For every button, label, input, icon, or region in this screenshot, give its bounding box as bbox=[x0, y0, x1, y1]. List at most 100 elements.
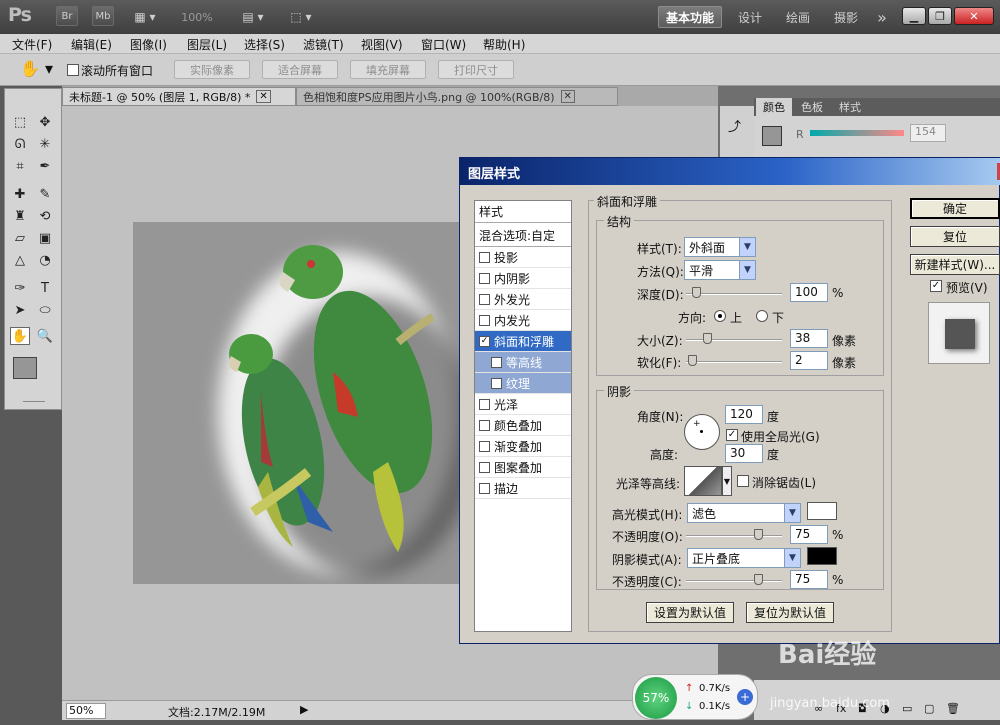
workspace-photo[interactable]: 摄影 bbox=[826, 6, 866, 28]
menu-layer[interactable]: 图层(L) bbox=[187, 36, 227, 53]
style-checkbox[interactable] bbox=[479, 419, 490, 431]
angle-dial[interactable]: + bbox=[684, 414, 720, 450]
menu-help[interactable]: 帮助(H) bbox=[483, 36, 525, 53]
style-item-bevel-emboss[interactable]: ✓ 斜面和浮雕 bbox=[475, 331, 571, 352]
antialias-checkbox[interactable] bbox=[737, 475, 749, 487]
direction-down-radio[interactable] bbox=[756, 310, 768, 322]
style-item-drop-shadow[interactable]: 投影 bbox=[475, 247, 571, 268]
shadow-opacity-thumb[interactable] bbox=[754, 574, 763, 585]
size-input[interactable]: 38 bbox=[790, 329, 828, 348]
history-icon[interactable]: ⤴ bbox=[728, 116, 741, 135]
depth-input[interactable]: 100 bbox=[790, 283, 828, 302]
trash-icon[interactable]: 🗑 bbox=[946, 702, 960, 715]
shape-tool-icon[interactable]: ⬭ bbox=[35, 301, 55, 319]
soften-slider-thumb[interactable] bbox=[688, 355, 697, 366]
bridge-button[interactable]: Br bbox=[56, 6, 78, 26]
technique-select[interactable]: 平滑 ▼ bbox=[684, 260, 756, 280]
more-workspaces-button[interactable]: » bbox=[870, 6, 894, 28]
arrange-documents-button[interactable]: ▤ ▾ bbox=[236, 6, 270, 28]
highlight-color-swatch[interactable] bbox=[807, 502, 837, 520]
style-item-satin[interactable]: 光泽 bbox=[475, 394, 571, 415]
styles-header[interactable]: 样式 bbox=[475, 201, 571, 223]
fill-screen-button[interactable]: 填充屏幕 bbox=[350, 60, 426, 79]
foreground-color-swatch[interactable] bbox=[13, 357, 37, 379]
style-checkbox[interactable] bbox=[479, 398, 490, 410]
minibridge-button[interactable]: Mb bbox=[92, 6, 114, 26]
scroll-all-checkbox[interactable] bbox=[67, 64, 79, 76]
network-meter[interactable]: 57% ↑ 0.7K/s ↓ 0.1K/s + bbox=[632, 674, 758, 720]
status-menu-icon[interactable]: ▶ bbox=[300, 703, 308, 716]
plus-icon[interactable]: + bbox=[737, 689, 753, 705]
close-icon[interactable]: ✕ bbox=[560, 90, 575, 103]
color-fg-swatch[interactable] bbox=[762, 126, 782, 146]
ok-button[interactable]: 确定 bbox=[910, 198, 1000, 219]
lasso-tool-icon[interactable]: ᘏ bbox=[10, 135, 30, 153]
gradient-tool-icon[interactable]: ▣ bbox=[35, 229, 55, 247]
tab-swatches[interactable]: 色板 bbox=[794, 98, 830, 116]
r-value[interactable]: 154 bbox=[910, 124, 946, 142]
style-item-inner-glow[interactable]: 内发光 bbox=[475, 310, 571, 331]
reset-button[interactable]: 复位 bbox=[910, 226, 1000, 247]
restore-button[interactable]: ❐ bbox=[928, 7, 952, 25]
soften-input[interactable]: 2 bbox=[790, 351, 828, 370]
menu-window[interactable]: 窗口(W) bbox=[421, 36, 466, 53]
path-select-icon[interactable]: ➤ bbox=[10, 301, 30, 319]
style-item-stroke[interactable]: 描边 bbox=[475, 478, 571, 499]
menu-file[interactable]: 文件(F) bbox=[12, 36, 52, 53]
shadow-opacity-input[interactable]: 75 bbox=[790, 570, 828, 589]
fit-screen-button[interactable]: 适合屏幕 bbox=[262, 60, 338, 79]
make-default-button[interactable]: 设置为默认值 bbox=[646, 602, 734, 623]
view-extras-button[interactable]: ▦ ▾ bbox=[128, 6, 162, 28]
brush-tool-icon[interactable]: ✎ bbox=[35, 185, 55, 203]
style-item-contour[interactable]: 等高线 bbox=[475, 352, 571, 373]
new-style-button[interactable]: 新建样式(W)... bbox=[910, 254, 1000, 275]
healing-brush-icon[interactable]: ✚ bbox=[10, 185, 30, 203]
style-item-inner-shadow[interactable]: 内阴影 bbox=[475, 268, 571, 289]
altitude-input[interactable]: 30 bbox=[725, 444, 763, 463]
direction-up-radio[interactable] bbox=[714, 310, 726, 322]
style-checkbox[interactable] bbox=[479, 482, 490, 494]
depth-slider-thumb[interactable] bbox=[692, 287, 701, 298]
hand-tool-preset-icon[interactable]: ✋ ▾ bbox=[20, 59, 53, 78]
hand-tool-icon[interactable]: ✋ bbox=[10, 327, 30, 345]
zoom-tool-icon[interactable]: 🔍 bbox=[35, 327, 55, 345]
highlight-opacity-input[interactable]: 75 bbox=[790, 525, 828, 544]
workspace-paint[interactable]: 绘画 bbox=[778, 6, 818, 28]
dodge-tool-icon[interactable]: ◔ bbox=[35, 251, 55, 269]
screen-mode-button[interactable]: ⬚ ▾ bbox=[284, 6, 318, 28]
workspace-design[interactable]: 设计 bbox=[730, 6, 770, 28]
minimize-button[interactable]: ▁ bbox=[902, 7, 926, 25]
soften-slider[interactable] bbox=[686, 361, 782, 363]
eyedropper-icon[interactable]: ✒ bbox=[35, 157, 55, 175]
history-brush-icon[interactable]: ⟲ bbox=[35, 207, 55, 225]
shadow-opacity-slider[interactable] bbox=[686, 580, 782, 582]
style-item-texture[interactable]: 纹理 bbox=[475, 373, 571, 394]
move-tool-icon[interactable]: ✥ bbox=[35, 113, 55, 131]
magic-wand-icon[interactable]: ✳ bbox=[35, 135, 55, 153]
style-item-gradient-overlay[interactable]: 渐变叠加 bbox=[475, 436, 571, 457]
style-checkbox[interactable] bbox=[491, 356, 502, 368]
zoom-field[interactable]: 50% bbox=[66, 703, 106, 719]
tab-color[interactable]: 颜色 bbox=[756, 98, 792, 116]
bevel-style-select[interactable]: 外斜面 ▼ bbox=[684, 237, 756, 257]
shadow-color-swatch[interactable] bbox=[807, 547, 837, 565]
shadow-mode-select[interactable]: 正片叠底 ▼ bbox=[687, 548, 801, 568]
highlight-mode-select[interactable]: 滤色 ▼ bbox=[687, 503, 801, 523]
style-checkbox[interactable] bbox=[479, 440, 490, 452]
menu-filter[interactable]: 滤镜(T) bbox=[303, 36, 344, 53]
eraser-tool-icon[interactable]: ▱ bbox=[10, 229, 30, 247]
highlight-opacity-thumb[interactable] bbox=[754, 529, 763, 540]
angle-input[interactable]: 120 bbox=[725, 405, 763, 424]
crop-tool-icon[interactable]: ⌗ bbox=[10, 157, 30, 175]
zoom-level-select[interactable]: 100% bbox=[172, 6, 222, 28]
menu-image[interactable]: 图像(I) bbox=[130, 36, 167, 53]
workspace-basic[interactable]: 基本功能 bbox=[658, 6, 722, 28]
size-slider[interactable] bbox=[686, 339, 782, 341]
close-icon[interactable]: ✕ bbox=[256, 90, 271, 103]
chevron-down-icon[interactable]: ▼ bbox=[722, 466, 732, 496]
tab-styles[interactable]: 样式 bbox=[832, 98, 868, 116]
style-checkbox[interactable] bbox=[491, 377, 502, 389]
style-item-color-overlay[interactable]: 颜色叠加 bbox=[475, 415, 571, 436]
style-checkbox-checked[interactable]: ✓ bbox=[479, 335, 490, 347]
clone-stamp-icon[interactable]: ♜ bbox=[10, 207, 30, 225]
